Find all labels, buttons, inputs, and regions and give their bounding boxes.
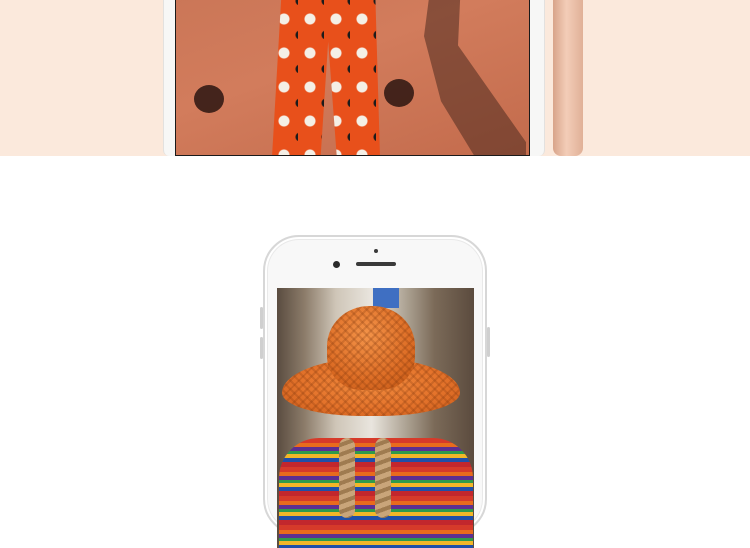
earpiece-speaker	[356, 262, 396, 266]
braid-left	[339, 438, 355, 518]
side-power-button	[487, 327, 490, 357]
volume-down-button	[260, 337, 263, 359]
iphone-front	[260, 235, 490, 548]
patterned-pants-shape	[272, 0, 380, 155]
phone-top-screen-photo	[175, 0, 530, 156]
sky-patch	[373, 288, 399, 308]
front-camera-icon	[333, 261, 340, 268]
phone-top-cropped	[163, 0, 545, 156]
wall-hole-right	[384, 79, 414, 107]
volume-up-button	[260, 307, 263, 329]
gold-phone-edge	[553, 0, 583, 156]
braid-right	[375, 438, 391, 518]
wall-hole-left	[194, 85, 224, 113]
proximity-sensor	[374, 249, 378, 253]
hat-crown	[327, 306, 415, 390]
wall-shadow-shape	[424, 0, 526, 155]
top-product-image	[0, 0, 750, 156]
phone-screen-portrait-photo	[277, 288, 474, 548]
